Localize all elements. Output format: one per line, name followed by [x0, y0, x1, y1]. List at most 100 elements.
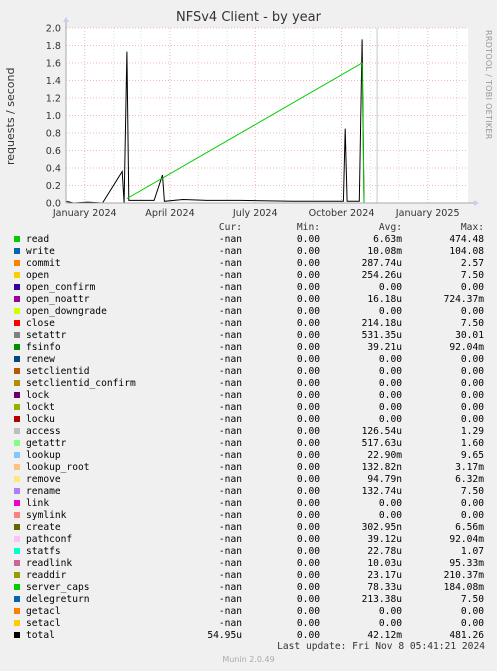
- y-tick-label: 1.6: [46, 59, 61, 70]
- legend-avg: 6.63m: [373, 234, 402, 245]
- legend-cur: -nan: [218, 462, 242, 473]
- legend-row-rename: rename -nan 0.00 132.74u 7.50: [14, 486, 484, 498]
- legend-min: 0.00: [296, 234, 320, 245]
- legend-name: close: [26, 318, 55, 329]
- legend-cur: -nan: [218, 570, 242, 581]
- legend-avg: 39.21u: [367, 342, 402, 353]
- y-tick-label: 1.4: [46, 76, 61, 87]
- legend-swatch: [14, 368, 20, 374]
- legend-max: 0.00: [460, 390, 484, 401]
- legend-max: 7.50: [460, 486, 484, 497]
- legend-avg: 531.35u: [361, 330, 402, 341]
- legend-cur: -nan: [218, 318, 242, 329]
- legend-min: 0.00: [296, 522, 320, 533]
- legend-cur: -nan: [218, 378, 242, 389]
- legend-cur: -nan: [218, 618, 242, 629]
- legend-cur: -nan: [218, 522, 242, 533]
- legend-max: 9.65: [460, 450, 484, 461]
- header-avg: Avg:: [378, 222, 402, 233]
- legend-row-lockt: lockt -nan 0.00 0.00 0.00: [14, 402, 484, 414]
- legend-row-readdir: readdir -nan 0.00 23.17u 210.37m: [14, 570, 484, 582]
- legend-swatch: [14, 560, 20, 566]
- legend-min: 0.00: [296, 354, 320, 365]
- legend-row-open: open -nan 0.00 254.26u 7.50: [14, 270, 484, 282]
- legend-swatch: [14, 548, 20, 554]
- legend-max: 0.00: [460, 366, 484, 377]
- legend-cur: -nan: [218, 414, 242, 425]
- legend-avg: 517.63u: [361, 438, 402, 449]
- legend-swatch: [14, 596, 20, 602]
- legend-row-statfs: statfs -nan 0.00 22.78u 1.07: [14, 546, 484, 558]
- legend-swatch: [14, 632, 20, 638]
- legend-min: 0.00: [296, 378, 320, 389]
- legend-swatch: [14, 296, 20, 302]
- legend-cur: -nan: [218, 606, 242, 617]
- x-tick-label: April 2024: [145, 208, 194, 219]
- legend-name: rename: [26, 486, 61, 497]
- legend-min: 0.00: [296, 582, 320, 593]
- legend-avg: 0.00: [378, 402, 402, 413]
- legend-cur: -nan: [218, 438, 242, 449]
- legend-swatch: [14, 500, 20, 506]
- legend-min: 0.00: [296, 306, 320, 317]
- legend-name: access: [26, 426, 61, 437]
- last-update: Last update: Fri Nov 8 05:41:21 2024: [277, 641, 485, 652]
- legend-name: lookup_root: [26, 462, 90, 473]
- legend-cur: -nan: [218, 366, 242, 377]
- legend-name: server_caps: [26, 582, 90, 593]
- legend-min: 0.00: [296, 534, 320, 545]
- legend-avg: 39.12u: [367, 534, 402, 545]
- legend-max: 1.07: [460, 546, 484, 557]
- legend-max: 474.48: [449, 234, 484, 245]
- legend-min: 0.00: [296, 390, 320, 401]
- legend-row-readlink: readlink -nan 0.00 10.03u 95.33m: [14, 558, 484, 570]
- munin-footer: Munin 2.0.49: [222, 655, 275, 664]
- legend-avg: 10.08m: [367, 246, 402, 257]
- legend-swatch: [14, 260, 20, 266]
- legend-min: 0.00: [296, 282, 320, 293]
- legend-max: 92.04m: [449, 342, 484, 353]
- legend-name: setclientid_confirm: [26, 378, 136, 389]
- legend-row-create: create -nan 0.00 302.95n 6.56m: [14, 522, 484, 534]
- legend-min: 0.00: [296, 246, 320, 257]
- legend-swatch: [14, 332, 20, 338]
- legend-row-getacl: getacl -nan 0.00 0.00 0.00: [14, 606, 484, 618]
- legend-swatch: [14, 620, 20, 626]
- legend-max: 30.01: [455, 330, 484, 341]
- legend-avg: 22.78u: [367, 546, 402, 557]
- legend-swatch: [14, 512, 20, 518]
- x-tick-label: January 2024: [52, 208, 117, 219]
- legend-avg: 0.00: [378, 498, 402, 509]
- legend-name: setclientid: [26, 366, 90, 377]
- legend-min: 0.00: [296, 318, 320, 329]
- legend-name: delegreturn: [26, 594, 90, 605]
- legend-name: remove: [26, 474, 61, 485]
- legend-max: 95.33m: [449, 558, 484, 569]
- legend-min: 0.00: [296, 366, 320, 377]
- legend-swatch: [14, 284, 20, 290]
- legend-min: 0.00: [296, 474, 320, 485]
- legend-max: 0.00: [460, 402, 484, 413]
- legend-avg: 0.00: [378, 378, 402, 389]
- legend-avg: 0.00: [378, 282, 402, 293]
- legend-avg: 94.79n: [367, 474, 402, 485]
- y-tick-label: 1.8: [46, 41, 61, 52]
- legend-max: 7.50: [460, 594, 484, 605]
- legend-cur: 54.95u: [207, 630, 242, 641]
- legend-name: lockt: [26, 402, 55, 413]
- legend-max: 7.50: [460, 270, 484, 281]
- legend-avg: 287.74u: [361, 258, 402, 269]
- legend-max: 0.00: [460, 606, 484, 617]
- legend-cur: -nan: [218, 234, 242, 245]
- legend-avg: 22.90m: [367, 450, 402, 461]
- legend-name: commit: [26, 258, 61, 269]
- legend-name: read: [26, 234, 50, 245]
- legend-swatch: [14, 344, 20, 350]
- legend-row-link: link -nan 0.00 0.00 0.00: [14, 498, 484, 510]
- legend-avg: 10.03u: [367, 558, 402, 569]
- legend-row-getattr: getattr -nan 0.00 517.63u 1.60: [14, 438, 484, 450]
- legend-min: 0.00: [296, 558, 320, 569]
- y-tick-label: 1.0: [46, 111, 61, 122]
- legend-max: 92.04m: [449, 534, 484, 545]
- legend-avg: 23.17u: [367, 570, 402, 581]
